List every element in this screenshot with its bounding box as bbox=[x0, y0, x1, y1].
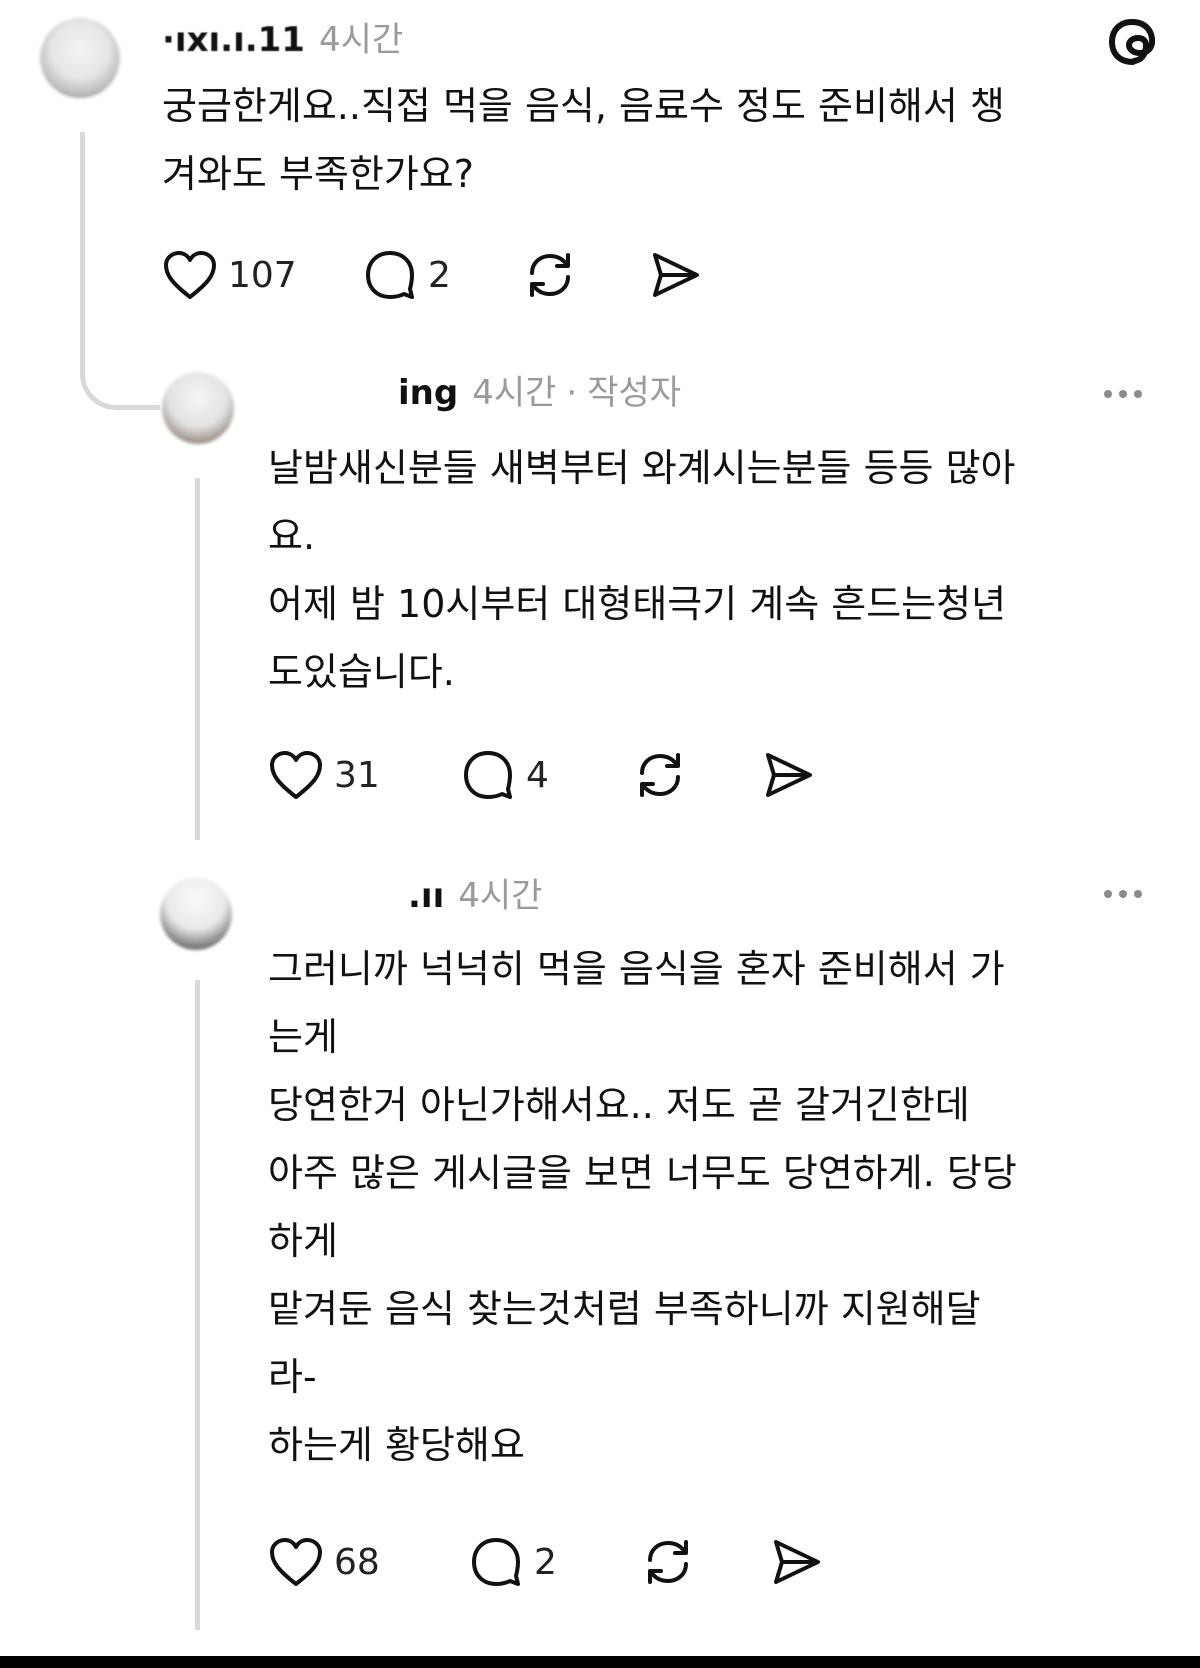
timestamp: 4시간 bbox=[318, 20, 404, 60]
thread-connector-line bbox=[80, 132, 160, 410]
separator: · bbox=[566, 373, 578, 413]
post-text-line: 는게 bbox=[268, 1015, 338, 1059]
repost-button[interactable] bbox=[522, 249, 647, 301]
avatar[interactable] bbox=[160, 878, 232, 950]
share-button[interactable] bbox=[647, 249, 703, 301]
username[interactable]: .ıı bbox=[278, 876, 445, 916]
post-text-line: 요. bbox=[268, 514, 316, 558]
like-count: 107 bbox=[228, 254, 297, 296]
post-text-line: 맡겨둔 음식 찾는것처럼 부족하니까 지원해달 bbox=[268, 1287, 981, 1331]
author-badge: 작성자 bbox=[587, 373, 682, 413]
comment-icon bbox=[362, 249, 418, 301]
threads-logo-icon[interactable] bbox=[1104, 14, 1160, 70]
avatar[interactable] bbox=[40, 18, 120, 98]
heart-icon bbox=[268, 1536, 324, 1588]
post-header: .ıı 4시간 bbox=[278, 868, 542, 917]
username[interactable]: ·ıxı.ı.11 bbox=[162, 20, 305, 60]
repost-icon bbox=[632, 749, 688, 801]
post-text-line: 아주 많은 게시글을 보면 너무도 당연하게. 당당 bbox=[268, 1151, 1017, 1195]
like-button[interactable]: 31 bbox=[268, 749, 460, 801]
post-body: 날밤새신분들 새벽부터 와계시는분들 등등 많아 요. 어제 밤 10시부터 대… bbox=[268, 434, 1016, 706]
reply-count: 2 bbox=[428, 254, 451, 296]
more-dots-icon[interactable] bbox=[1104, 890, 1142, 898]
timestamp: 4시간 bbox=[458, 876, 543, 916]
like-count: 31 bbox=[334, 754, 380, 796]
post-actions: 107 2 bbox=[162, 245, 703, 305]
reply-count: 4 bbox=[526, 754, 549, 796]
post-text-line: 하는게 황당해요 bbox=[268, 1423, 525, 1467]
more-dots-icon[interactable] bbox=[1104, 390, 1142, 398]
post-body: 그러니까 넉넉히 먹을 음식을 혼자 준비해서 가 는게 당연한거 아닌가해서요… bbox=[268, 935, 1017, 1479]
bottom-edge-bar bbox=[0, 1656, 1200, 1668]
send-icon bbox=[647, 249, 703, 301]
post-text-line: 겨와도 부족한가요? bbox=[162, 152, 474, 196]
post-text-line: 도있습니다. bbox=[268, 650, 455, 694]
heart-icon bbox=[162, 249, 218, 301]
repost-button[interactable] bbox=[632, 749, 760, 801]
heart-icon bbox=[268, 749, 324, 801]
post-text-line: 그러니까 넉넉히 먹을 음식을 혼자 준비해서 가 bbox=[268, 947, 1005, 991]
reply-button[interactable]: 4 bbox=[460, 749, 632, 801]
like-button[interactable]: 68 bbox=[268, 1536, 468, 1588]
repost-icon bbox=[522, 249, 578, 301]
comment-icon bbox=[468, 1536, 524, 1588]
send-icon bbox=[768, 1536, 824, 1588]
post-text-line: 라- bbox=[268, 1355, 317, 1399]
timestamp: 4시간 bbox=[472, 373, 557, 413]
share-button[interactable] bbox=[768, 1536, 824, 1588]
repost-icon bbox=[640, 1536, 696, 1588]
comment-icon bbox=[460, 749, 516, 801]
post-text-line: 당연한거 아닌가해서요.. 저도 곧 갈거긴한데 bbox=[268, 1083, 970, 1127]
post-header: ing 4시간 · 작성자 bbox=[278, 365, 681, 414]
post-body: 궁금한게요..직접 먹을 음식, 음료수 정도 준비해서 챙 겨와도 부족한가요… bbox=[162, 72, 1005, 208]
thread-connector-line bbox=[195, 478, 200, 840]
post-actions: 68 2 bbox=[268, 1532, 824, 1592]
like-count: 68 bbox=[334, 1541, 380, 1583]
post-text-line: 어제 밤 10시부터 대형태극기 계속 흔드는청년 bbox=[268, 582, 1007, 626]
share-button[interactable] bbox=[760, 749, 816, 801]
send-icon bbox=[760, 749, 816, 801]
reply-button[interactable]: 2 bbox=[362, 249, 522, 301]
like-button[interactable]: 107 bbox=[162, 249, 362, 301]
post-text-line: 하게 bbox=[268, 1219, 338, 1263]
post-header: ·ıxı.ı.11 4시간 bbox=[162, 12, 403, 61]
post-text-line: 날밤새신분들 새벽부터 와계시는분들 등등 많아 bbox=[268, 446, 1016, 490]
avatar[interactable] bbox=[162, 372, 234, 444]
username[interactable]: ing bbox=[278, 373, 459, 413]
reply-button[interactable]: 2 bbox=[468, 1536, 640, 1588]
post-text-line: 궁금한게요..직접 먹을 음식, 음료수 정도 준비해서 챙 bbox=[162, 84, 1005, 128]
reply-count: 2 bbox=[534, 1541, 557, 1583]
repost-button[interactable] bbox=[640, 1536, 768, 1588]
thread-connector-line bbox=[195, 980, 200, 1630]
post-actions: 31 4 bbox=[268, 745, 816, 805]
